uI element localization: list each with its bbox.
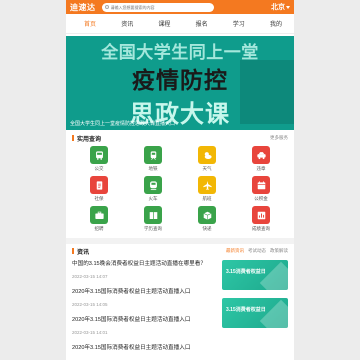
service-label: 公交: [94, 166, 104, 171]
news-thumbnail[interactable]: 3.15消费者权益日: [222, 298, 288, 328]
banner-line-1: 全国大学生同上一堂: [101, 43, 259, 62]
tab-exam[interactable]: 考试动态: [248, 248, 266, 254]
service-item[interactable]: 学历查询: [126, 206, 180, 232]
service-item[interactable]: 火车: [126, 176, 180, 202]
calendar-icon: [252, 176, 270, 194]
nav-signup[interactable]: 报名: [196, 19, 208, 28]
news-item-date: 2022-03-15 14:07: [72, 274, 108, 279]
chevron-down-icon: [286, 5, 290, 9]
banner-line-2: 疫情防控: [132, 67, 228, 94]
top-header: 迪速达 北京: [66, 0, 294, 14]
book-icon: [144, 206, 162, 224]
train-icon: [144, 176, 162, 194]
service-label: 社保: [94, 196, 104, 201]
document-icon: [90, 176, 108, 194]
search-icon: [104, 5, 109, 9]
app-frame: 迪速达 北京 首页 资讯 课程 报名 学习 我的 全国大学生同上一堂 疫情防控 …: [66, 0, 294, 360]
nav-courses[interactable]: 课程: [158, 19, 170, 28]
news-item[interactable]: 2020年3.15国际消费者权益日主题活动直播入口: [72, 342, 212, 358]
thumbnail-text: 3.15消费者权益日: [226, 269, 266, 275]
service-label: 火车: [148, 196, 158, 201]
news-item-title[interactable]: 中国的3.15晚会消费者权益日主题活动直播在哪里看？: [72, 258, 212, 274]
metro-icon: [144, 146, 162, 164]
nav-home[interactable]: 首页: [84, 19, 96, 28]
news-title: 资讯: [77, 249, 90, 256]
city-selector[interactable]: 北京: [271, 2, 290, 12]
service-label: 违章: [256, 166, 266, 171]
tab-latest[interactable]: 最新资讯: [226, 248, 244, 254]
services-section: 实用查询 更多服务 公交 地铁 天气 违章社保 火车 航班 公积金招聘 学历查询 快递 成绩查询: [66, 130, 294, 238]
services-title: 实用查询: [77, 136, 102, 143]
service-item[interactable]: 航班: [180, 176, 234, 202]
news-thumbnail[interactable]: 3.15消费者权益日: [222, 260, 288, 290]
service-item[interactable]: 违章: [234, 146, 288, 172]
services-more-link[interactable]: 更多服务: [270, 135, 288, 141]
weather-icon: [198, 146, 216, 164]
section-marker: [72, 135, 74, 141]
main-nav: 首页 资讯 课程 报名 学习 我的: [66, 14, 294, 34]
service-label: 天气: [202, 166, 212, 171]
service-label: 招聘: [94, 226, 104, 231]
briefcase-icon: [90, 206, 108, 224]
news-item-date: 2022-03-15 14:05: [72, 302, 108, 307]
thumbnail-decoration: [259, 261, 288, 290]
nav-mine[interactable]: 我的: [270, 19, 282, 28]
news-header: 资讯 最新资讯 考试动态 政策解读: [72, 244, 288, 258]
nav-study[interactable]: 学习: [233, 19, 245, 28]
news-list: 3.15消费者权益日 3.15消费者权益日 中国的3.15晚会消费者权益日主题活…: [72, 258, 288, 358]
bus-icon: [90, 146, 108, 164]
thumbnail-decoration: [259, 299, 288, 328]
news-item[interactable]: 2020年3.15国际消费者权益日主题活动直播入口 2022-03-15 14:…: [72, 314, 212, 342]
search-bar[interactable]: [101, 2, 214, 12]
news-item-title[interactable]: 2020年3.15国际消费者权益日主题活动直播入口: [72, 286, 212, 302]
service-item[interactable]: 成绩查询: [234, 206, 288, 232]
service-item[interactable]: 社保: [72, 176, 126, 202]
news-item[interactable]: 2020年3.15国际消费者权益日主题活动直播入口 2022-03-15 14:…: [72, 286, 212, 314]
service-item[interactable]: 地铁: [126, 146, 180, 172]
services-grid: 公交 地铁 天气 违章社保 火车 航班 公积金招聘 学历查询 快递 成绩查询: [72, 146, 288, 238]
service-item[interactable]: 公交: [72, 146, 126, 172]
city-label: 北京: [271, 4, 285, 11]
car-icon: [252, 146, 270, 164]
thumbnail-text: 3.15消费者权益日: [226, 307, 266, 313]
service-item[interactable]: 快递: [180, 206, 234, 232]
news-section: 资讯 最新资讯 考试动态 政策解读 3.15消费者权益日 3.15消费者权益日 …: [66, 244, 294, 358]
news-item-date: 2022-03-15 14:01: [72, 330, 108, 335]
service-label: 公积金: [254, 196, 268, 201]
service-item[interactable]: 公积金: [234, 176, 288, 202]
section-marker: [72, 248, 74, 254]
banner-caption: 全国大学生同上一堂疫情防控思政大课直播入口: [70, 121, 176, 127]
service-label: 学历查询: [144, 226, 162, 231]
site-logo[interactable]: 迪速达: [70, 2, 96, 13]
news-item-title[interactable]: 2020年3.15国际消费者权益日主题活动直播入口: [72, 314, 212, 330]
service-label: 成绩查询: [252, 226, 270, 231]
hero-banner[interactable]: 全国大学生同上一堂 疫情防控 思政大课 全国大学生同上一堂疫情防控思政大课直播入…: [66, 36, 294, 130]
tab-policy[interactable]: 政策解读: [270, 248, 288, 254]
service-item[interactable]: 天气: [180, 146, 234, 172]
news-tabs: 最新资讯 考试动态 政策解读: [226, 248, 288, 254]
plane-icon: [198, 176, 216, 194]
news-item[interactable]: 中国的3.15晚会消费者权益日主题活动直播在哪里看？ 2022-03-15 14…: [72, 258, 212, 286]
search-input[interactable]: [110, 3, 211, 11]
news-item-title[interactable]: 2020年3.15国际消费者权益日主题活动直播入口: [72, 342, 212, 358]
service-label: 地铁: [148, 166, 158, 171]
service-label: 航班: [202, 196, 212, 201]
nav-news[interactable]: 资讯: [121, 19, 133, 28]
service-label: 快递: [202, 226, 212, 231]
box-icon: [198, 206, 216, 224]
service-item[interactable]: 招聘: [72, 206, 126, 232]
services-header: 实用查询 更多服务: [72, 130, 288, 146]
chart-icon: [252, 206, 270, 224]
